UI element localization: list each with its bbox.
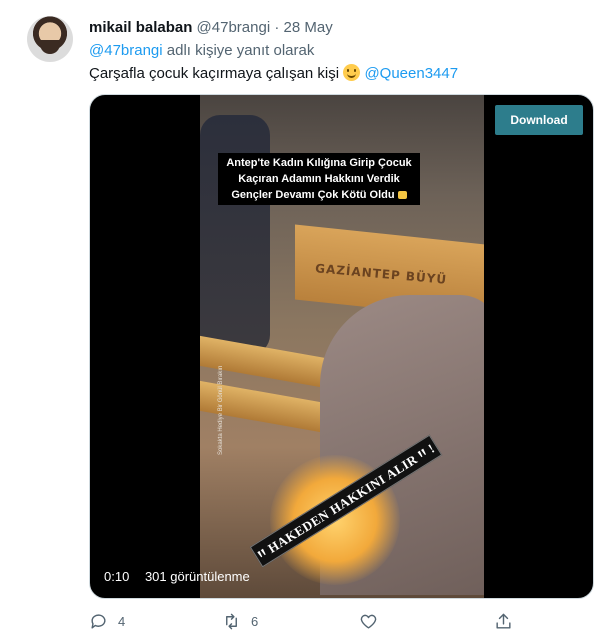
avatar-beard bbox=[40, 40, 60, 54]
retweet-button[interactable]: 6 bbox=[222, 610, 258, 632]
caption-line: Antep'te Kadın Kılığına Girip Çocuk bbox=[226, 157, 412, 169]
separator: · bbox=[274, 19, 280, 36]
tweet-mention[interactable]: @Queen3447 bbox=[364, 65, 458, 82]
video-caption: Antep'te Kadın Kılığına Girip Çocuk Kaçı… bbox=[218, 153, 420, 205]
reply-context-text: adlı kişiye yanıt olarak bbox=[166, 42, 315, 59]
avatar[interactable] bbox=[27, 16, 73, 62]
tweet-actions: 4 6 bbox=[89, 610, 529, 632]
tweet-date[interactable]: 28 May bbox=[284, 19, 333, 36]
author-handle[interactable]: @47brangi bbox=[197, 19, 271, 36]
author-name[interactable]: mikail balaban bbox=[89, 19, 192, 36]
video-frame[interactable]: GAZİANTEP BÜYÜ Sokakta Hediye Bir Gönül … bbox=[200, 95, 484, 598]
tweet-text: Çarşafla çocuk kaçırmaya çalışan kişi @Q… bbox=[89, 64, 458, 82]
share-icon bbox=[496, 613, 511, 629]
caption-line: Kaçıran Adamın Hakkını Verdik bbox=[238, 173, 400, 185]
reply-icon bbox=[91, 613, 106, 629]
smiling-face-icon bbox=[343, 64, 361, 81]
tweet-header: mikail balaban @47brangi · 28 May bbox=[89, 19, 333, 36]
like-button[interactable] bbox=[359, 610, 388, 632]
tweet[interactable]: mikail balaban @47brangi · 28 May @47bra… bbox=[0, 0, 616, 633]
heart-icon bbox=[360, 614, 377, 629]
video-figure-left bbox=[200, 115, 270, 355]
reply-count: 4 bbox=[118, 613, 126, 629]
reply-button[interactable]: 4 bbox=[89, 610, 125, 632]
reply-context: @47brangi adlı kişiye yanıt olarak bbox=[89, 42, 314, 59]
retweet-count: 6 bbox=[251, 613, 259, 629]
download-button[interactable]: Download bbox=[495, 105, 583, 135]
thumbs-up-icon bbox=[397, 191, 407, 199]
retweet-icon bbox=[226, 613, 237, 629]
video-views: 301 görüntülenme bbox=[144, 569, 250, 584]
video-sign-text: Sokakta Hediye Bir Gönül Bırakın bbox=[218, 365, 224, 455]
reply-mention[interactable]: @47brangi bbox=[89, 42, 163, 59]
tweet-body: Çarşafla çocuk kaçırmaya çalışan kişi bbox=[89, 65, 340, 82]
video-elapsed: 0:10 bbox=[104, 569, 130, 584]
video-player[interactable]: GAZİANTEP BÜYÜ Sokakta Hediye Bir Gönül … bbox=[89, 94, 594, 599]
video-stats: 0:10 301 görüntülenme bbox=[104, 569, 250, 584]
share-button[interactable] bbox=[494, 610, 523, 632]
caption-line: Gençler Devamı Çok Kötü Oldu bbox=[222, 187, 416, 203]
